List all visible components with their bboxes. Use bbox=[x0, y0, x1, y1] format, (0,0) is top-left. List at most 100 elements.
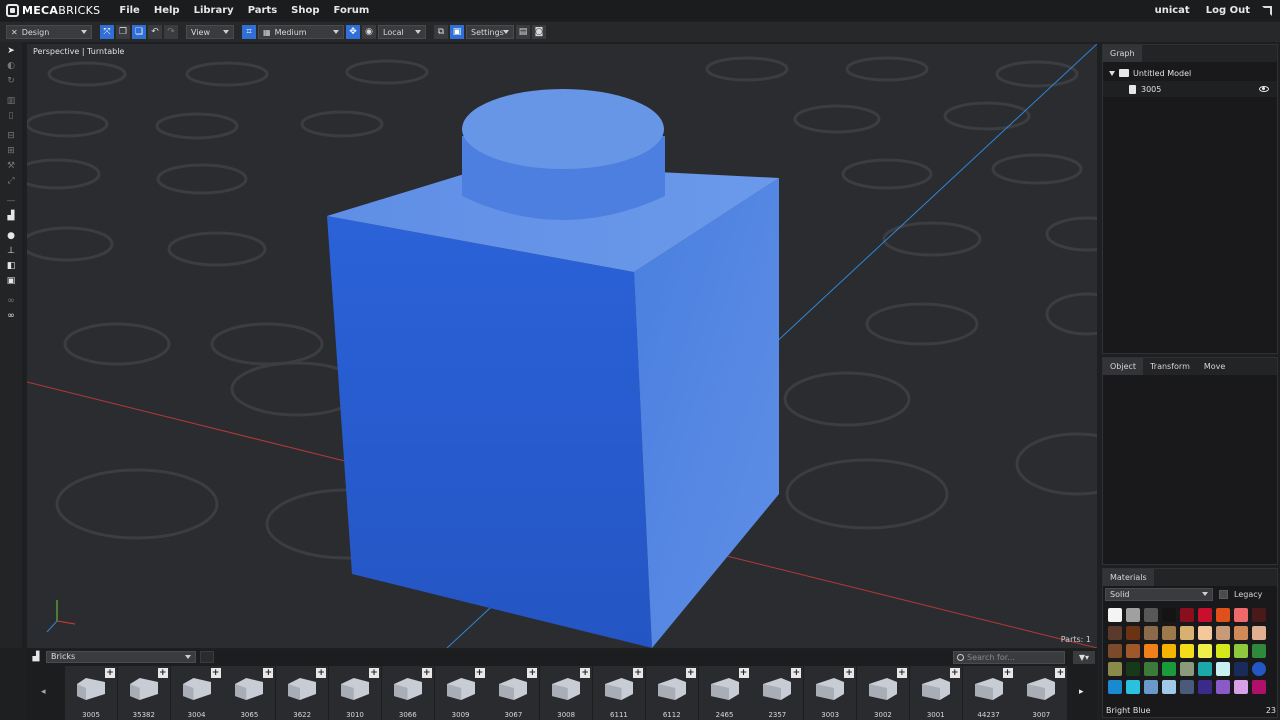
part-tile[interactable]: +3010 bbox=[328, 666, 381, 720]
mecabricks-logo[interactable]: MECABRICKS bbox=[0, 4, 100, 17]
part-tile[interactable]: +3066 bbox=[381, 666, 434, 720]
tab-materials[interactable]: Materials bbox=[1103, 569, 1154, 586]
select-mode-icon[interactable]: ⤧ bbox=[100, 25, 114, 39]
color-swatch[interactable] bbox=[1198, 644, 1212, 658]
tab-object[interactable]: Object bbox=[1103, 358, 1144, 375]
add-part-button[interactable]: + bbox=[738, 668, 749, 678]
add-part-button[interactable]: + bbox=[896, 668, 907, 678]
align-icon[interactable]: ⤢ bbox=[5, 175, 17, 187]
eraser-icon[interactable]: ◧ bbox=[5, 260, 17, 272]
add-part-button[interactable]: + bbox=[1055, 668, 1066, 678]
part-tile[interactable]: +44237 bbox=[962, 666, 1015, 720]
add-part-button[interactable]: + bbox=[263, 668, 274, 678]
light-icon[interactable]: ● bbox=[5, 230, 17, 242]
fullscreen-icon[interactable] bbox=[1262, 5, 1272, 16]
color-swatch[interactable] bbox=[1180, 626, 1194, 640]
color-swatch[interactable] bbox=[1198, 626, 1212, 640]
3d-viewport[interactable]: Perspective | Turntable Parts: 1 bbox=[27, 44, 1097, 648]
color-swatch[interactable] bbox=[1234, 680, 1248, 694]
part-tile[interactable]: +35382 bbox=[117, 666, 170, 720]
part-tile[interactable]: +3009 bbox=[434, 666, 487, 720]
color-swatch[interactable] bbox=[1108, 626, 1122, 640]
part-tile[interactable]: +3001 bbox=[909, 666, 962, 720]
part-tile[interactable]: +3004 bbox=[170, 666, 223, 720]
color-swatch[interactable] bbox=[1162, 680, 1176, 694]
snap-icon[interactable]: ✥ bbox=[346, 25, 360, 39]
duplicate-icon[interactable]: ⧉ bbox=[434, 25, 448, 39]
color-swatch[interactable] bbox=[1216, 626, 1230, 640]
color-swatch[interactable] bbox=[1144, 680, 1158, 694]
username-link[interactable]: unicat bbox=[1147, 5, 1198, 16]
part-tile[interactable]: +3005 bbox=[65, 666, 117, 720]
settings-select[interactable]: Settings bbox=[466, 25, 514, 39]
filter-icon[interactable]: ▼▾ bbox=[1073, 650, 1095, 664]
category-chart-icon[interactable]: ▟ bbox=[30, 651, 42, 663]
scroll-right-icon[interactable]: ▸ bbox=[1079, 687, 1084, 697]
color-swatch[interactable] bbox=[1234, 662, 1248, 676]
view-select[interactable]: View bbox=[186, 25, 234, 39]
color-swatch[interactable] bbox=[1162, 644, 1176, 658]
add-part-button[interactable]: + bbox=[685, 668, 696, 678]
color-swatch[interactable] bbox=[1198, 662, 1212, 676]
add-part-button[interactable]: + bbox=[421, 668, 432, 678]
tab-graph[interactable]: Graph bbox=[1103, 45, 1142, 62]
tree-item-3005[interactable]: 3005 bbox=[1103, 81, 1277, 97]
color-swatch[interactable] bbox=[1198, 608, 1212, 622]
color-swatch[interactable] bbox=[1108, 644, 1122, 658]
tab-transform[interactable]: Transform bbox=[1143, 358, 1197, 375]
menu-parts[interactable]: Parts bbox=[241, 5, 284, 16]
category-filter-input[interactable] bbox=[200, 651, 214, 663]
flex-icon[interactable]: ⚒ bbox=[5, 160, 17, 172]
color-swatch[interactable] bbox=[1234, 644, 1248, 658]
color-swatch[interactable] bbox=[1126, 644, 1140, 658]
color-swatch[interactable] bbox=[1252, 626, 1266, 640]
undo-icon[interactable]: ↶ bbox=[148, 25, 162, 39]
connect-icon[interactable]: ⊞ bbox=[5, 145, 17, 157]
pivot-icon[interactable]: ◉ bbox=[362, 25, 376, 39]
color-swatch[interactable] bbox=[1126, 662, 1140, 676]
add-part-button[interactable]: + bbox=[316, 668, 327, 678]
color-swatch[interactable] bbox=[1162, 608, 1176, 622]
part-tile[interactable]: +3067 bbox=[487, 666, 540, 720]
redo-icon[interactable]: ↷ bbox=[164, 25, 178, 39]
chart-icon[interactable]: ▟ bbox=[5, 210, 17, 222]
part-tile[interactable]: +3003 bbox=[804, 666, 857, 720]
save-icon[interactable]: ▤ bbox=[516, 25, 530, 39]
color-swatch[interactable] bbox=[1180, 662, 1194, 676]
color-swatch[interactable] bbox=[1252, 662, 1266, 676]
color-swatch[interactable] bbox=[1252, 608, 1266, 622]
link-icon[interactable]: ∞ bbox=[5, 295, 17, 307]
grid-quality-select[interactable]: ▦ Medium bbox=[258, 25, 344, 39]
part-tile[interactable]: +2357 bbox=[751, 666, 804, 720]
color-swatch[interactable] bbox=[1162, 626, 1176, 640]
material-type-select[interactable]: Solid bbox=[1105, 587, 1213, 601]
color-swatch[interactable] bbox=[1216, 644, 1230, 658]
tree-root[interactable]: Untitled Model bbox=[1103, 65, 1277, 81]
grid-lock-icon[interactable]: ⌗ bbox=[242, 25, 256, 39]
add-part-button[interactable]: + bbox=[210, 668, 221, 678]
color-swatch[interactable] bbox=[1144, 662, 1158, 676]
color-swatch[interactable] bbox=[1216, 608, 1230, 622]
space-select[interactable]: Local bbox=[378, 25, 426, 39]
part-tile[interactable]: +2465 bbox=[698, 666, 751, 720]
part-tile[interactable]: +3002 bbox=[856, 666, 909, 720]
color-swatch[interactable] bbox=[1144, 608, 1158, 622]
color-swatch[interactable] bbox=[1180, 680, 1194, 694]
add-part-button[interactable]: + bbox=[844, 668, 855, 678]
axes-icon[interactable]: ⊥ bbox=[5, 245, 17, 257]
add-part-button[interactable]: + bbox=[949, 668, 960, 678]
part-tile[interactable]: +3008 bbox=[540, 666, 593, 720]
add-part-button[interactable]: + bbox=[157, 668, 168, 678]
menu-forum[interactable]: Forum bbox=[327, 5, 377, 16]
color-swatch[interactable] bbox=[1108, 662, 1122, 676]
add-part-button[interactable]: + bbox=[474, 668, 485, 678]
menu-help[interactable]: Help bbox=[147, 5, 187, 16]
rotate-icon[interactable]: ↻ bbox=[5, 75, 17, 87]
group-icon[interactable]: ▥ bbox=[5, 95, 17, 107]
clone-icon[interactable]: ❏ bbox=[132, 25, 146, 39]
parts-search-input[interactable]: Search for... bbox=[953, 650, 1065, 664]
menu-shop[interactable]: Shop bbox=[284, 5, 326, 16]
hinge-icon[interactable]: ⊟ bbox=[5, 130, 17, 142]
part-tile[interactable]: +3622 bbox=[276, 666, 329, 720]
color-swatch[interactable] bbox=[1126, 626, 1140, 640]
